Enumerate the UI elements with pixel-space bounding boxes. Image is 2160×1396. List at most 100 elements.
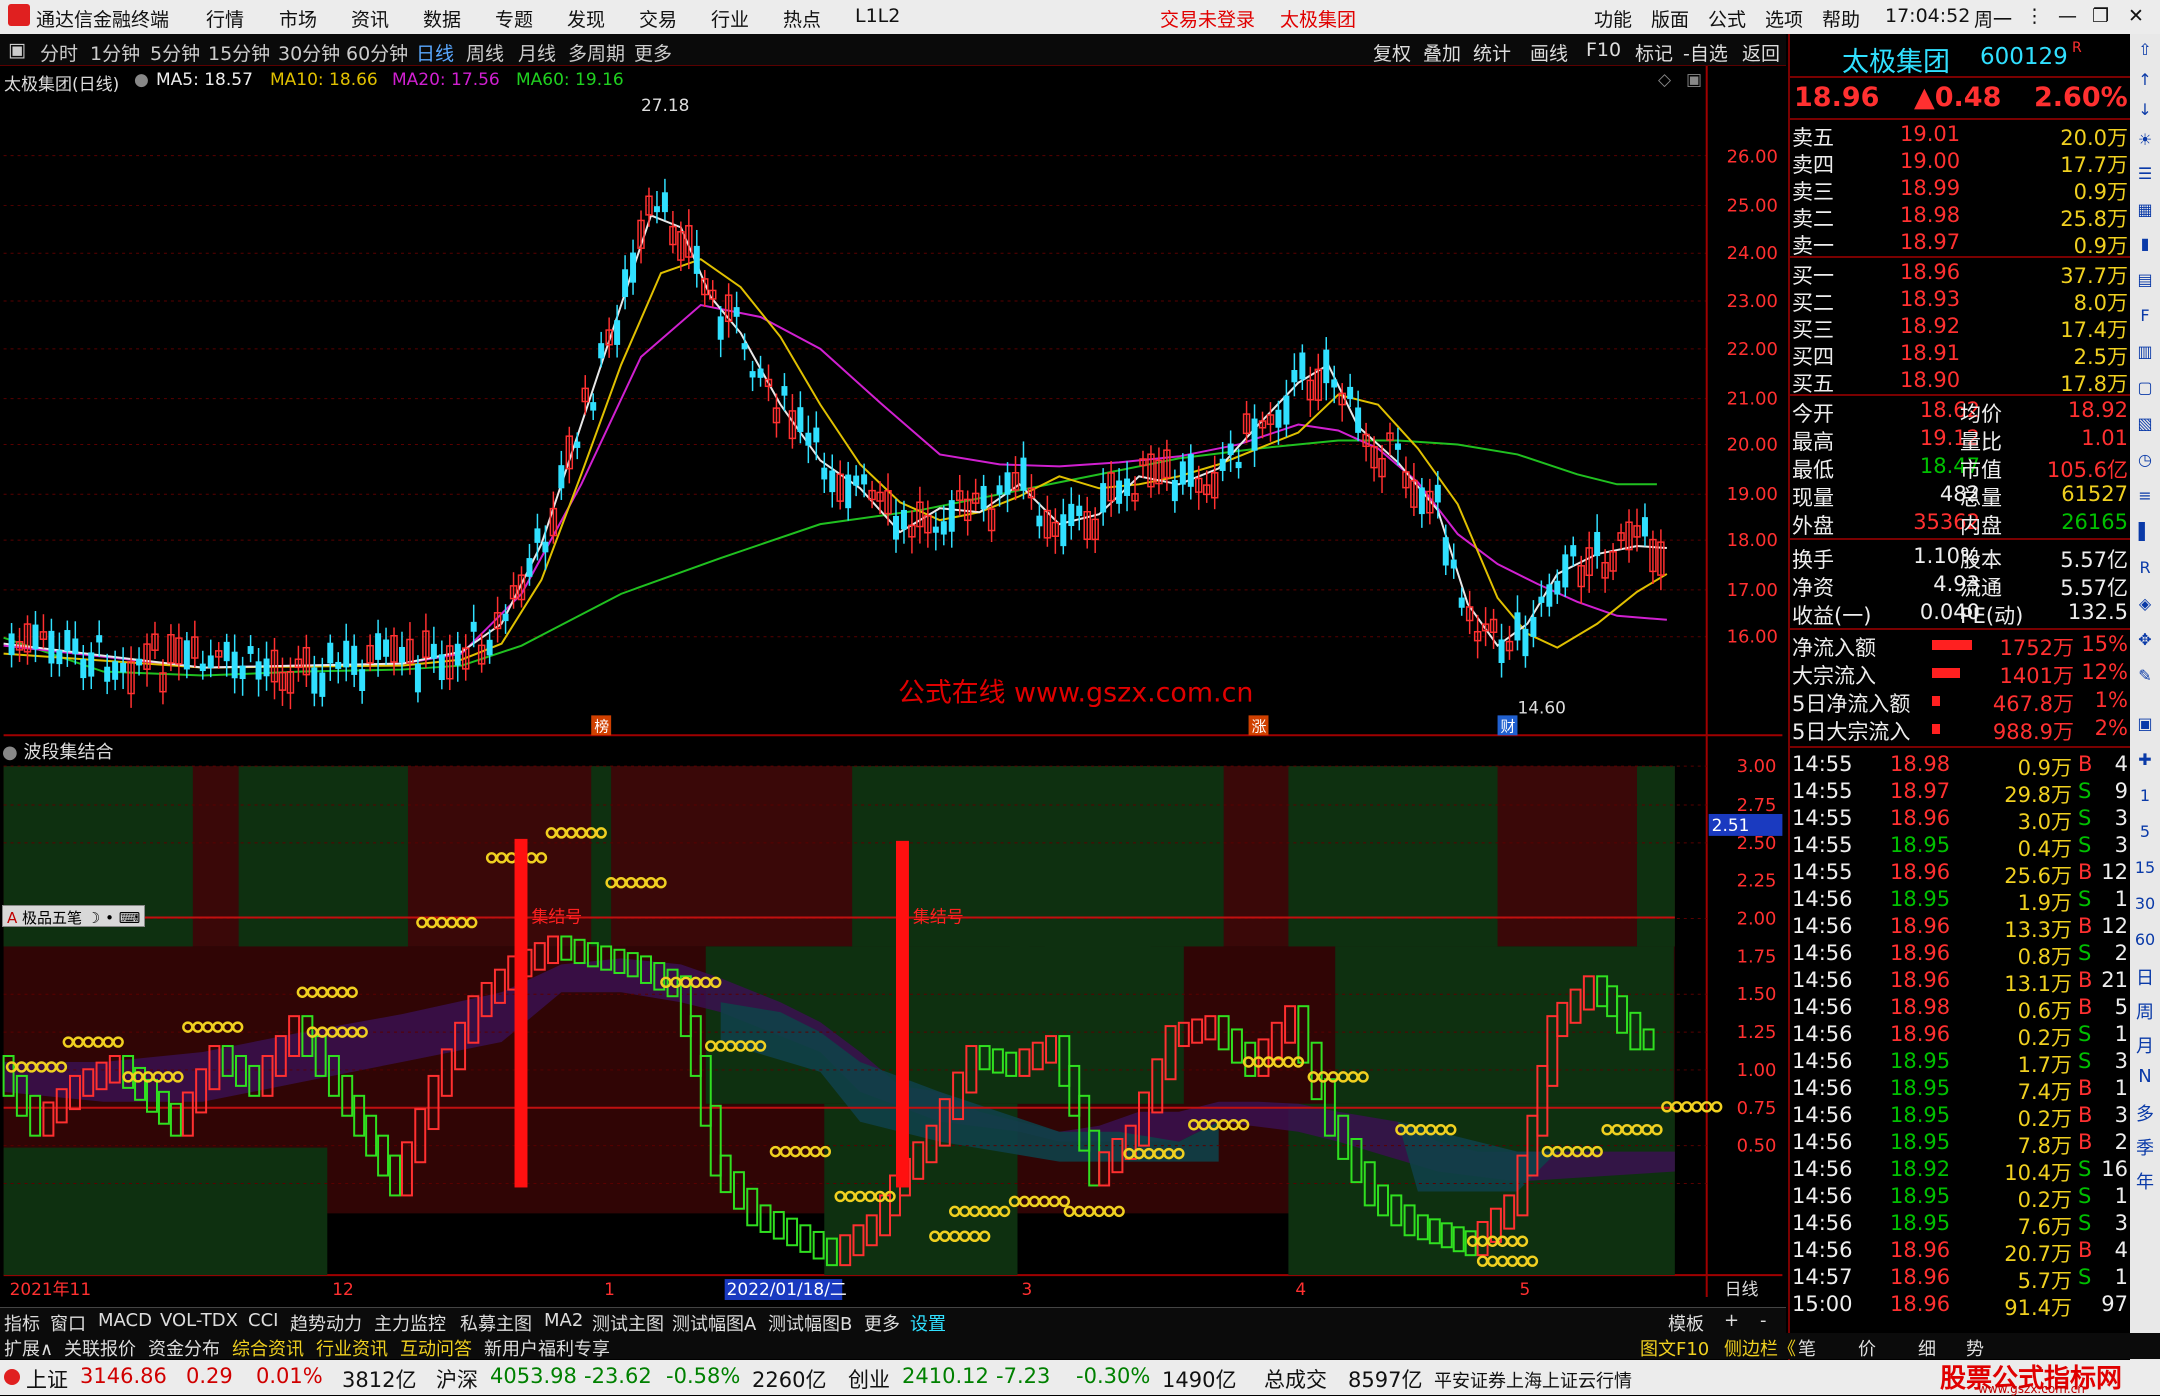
menu-data[interactable]: 数据 — [423, 5, 461, 32]
fs-button-icon[interactable]: ▣ — [2134, 714, 2156, 733]
strip-num[interactable]: 1 — [2134, 786, 2156, 805]
indicator-toggle-icon[interactable]: ● — [2, 742, 18, 763]
period-daily[interactable]: 日线 — [416, 39, 454, 66]
strip-num[interactable]: 30 — [2134, 894, 2156, 913]
hs-label[interactable]: 沪深 — [436, 1364, 478, 1394]
menu-icon[interactable]: ⋮ — [2025, 5, 2044, 27]
menu-options[interactable]: 选项 — [1765, 5, 1803, 32]
clock-icon[interactable]: ◷ — [2134, 450, 2156, 469]
strip-n[interactable]: N — [2134, 1066, 2156, 1087]
menu-market[interactable]: 市场 — [279, 5, 317, 32]
period-60min[interactable]: 60分钟 — [346, 39, 408, 66]
strip-multi[interactable]: 多 — [2134, 1100, 2156, 1126]
menu-news[interactable]: 资讯 — [351, 5, 389, 32]
btn-overlay[interactable]: 叠加 — [1423, 39, 1461, 66]
side-tab-0[interactable]: 图文F10 — [1640, 1335, 1709, 1361]
menu-hq[interactable]: 行情 — [206, 5, 244, 32]
period-multi[interactable]: 多周期 — [568, 39, 625, 66]
period-monthly[interactable]: 月线 — [518, 39, 556, 66]
menu-topic[interactable]: 专题 — [495, 5, 533, 32]
minimize-icon[interactable]: — — [2058, 5, 2077, 27]
move-icon[interactable]: ✥ — [2134, 630, 2156, 649]
tab-4[interactable]: CCI — [248, 1310, 278, 1331]
menu-industry[interactable]: 行业 — [711, 5, 749, 32]
candle-icon[interactable]: ▮ — [2134, 234, 2156, 253]
bars-icon[interactable]: ▌ — [2134, 522, 2156, 541]
btn-fuquan[interactable]: 复权 — [1373, 39, 1411, 66]
ext-tab-1[interactable]: 关联报价 — [64, 1335, 136, 1361]
ext-tab-0[interactable]: 扩展∧ — [4, 1335, 53, 1361]
btn-back[interactable]: 返回 — [1742, 39, 1780, 66]
tab-16[interactable]: - — [1760, 1310, 1767, 1331]
sh-label[interactable]: 上证 — [26, 1364, 68, 1394]
btn-mark[interactable]: 标记 — [1635, 39, 1673, 66]
list-icon[interactable]: ☰ — [2134, 164, 2156, 183]
diamond-icon[interactable]: ◇ — [1658, 70, 1671, 90]
tab-2[interactable]: MACD — [98, 1310, 152, 1331]
login-status[interactable]: 交易未登录 — [1160, 5, 1255, 32]
layers-icon[interactable]: ≡ — [2134, 486, 2156, 505]
doc-icon[interactable]: ▢ — [2134, 378, 2156, 397]
strip-month[interactable]: 月 — [2134, 1032, 2156, 1058]
btn-watchlist[interactable]: -自选 — [1683, 39, 1728, 66]
period-more[interactable]: 更多 — [634, 39, 672, 66]
marker-zhang[interactable]: 涨 — [1252, 717, 1267, 735]
cy-label[interactable]: 创业 — [848, 1364, 890, 1394]
up-icon[interactable]: ↑ — [2134, 70, 2156, 89]
ext-tab-5[interactable]: 互动问答 — [400, 1335, 472, 1361]
tab-8[interactable]: MA2 — [544, 1310, 583, 1331]
menu-hot[interactable]: 热点 — [783, 5, 821, 32]
kline-chart-area[interactable]: 26.00 25.00 24.00 23.00 22.00 21.00 20.0… — [0, 66, 1786, 1302]
btn-stats[interactable]: 统计 — [1473, 39, 1511, 66]
period-15min[interactable]: 15分钟 — [208, 39, 270, 66]
strip-num[interactable]: 5 — [2134, 822, 2156, 841]
bulb-icon[interactable]: ☀ — [2134, 130, 2156, 149]
close-icon[interactable]: ✕ — [2128, 5, 2144, 27]
menu-trade[interactable]: 交易 — [639, 5, 677, 32]
strip-num[interactable]: 60 — [2134, 930, 2156, 949]
side-tab-4[interactable]: 细 — [1918, 1335, 1936, 1361]
f10-icon[interactable]: F — [2134, 306, 2156, 325]
up-arrow-icon[interactable]: ⇧ — [2134, 40, 2156, 59]
strip-num[interactable]: 15 — [2134, 858, 2156, 877]
ext-tab-2[interactable]: 资金分布 — [148, 1335, 220, 1361]
period-fenshi[interactable]: 分时 — [40, 39, 78, 66]
fs-icon[interactable]: ▧ — [2134, 414, 2156, 433]
ext-tab-6[interactable]: 新用户福利专享 — [484, 1335, 610, 1361]
side-tab-3[interactable]: 价 — [1858, 1335, 1876, 1361]
menu-formula[interactable]: 公式 — [1708, 5, 1746, 32]
period-weekly[interactable]: 周线 — [466, 39, 504, 66]
marker-bang[interactable]: 榜 — [594, 717, 609, 735]
menu-discover[interactable]: 发现 — [567, 5, 605, 32]
down-icon[interactable]: ↓ — [2134, 100, 2156, 119]
window-icon[interactable]: ▣ — [1686, 70, 1702, 90]
panel-toggle-icon[interactable]: ▣ — [8, 39, 26, 61]
chart-icon[interactable]: ▦ — [2134, 200, 2156, 219]
tab-15[interactable]: + — [1724, 1310, 1739, 1331]
tool-icon[interactable]: ✚ — [2134, 750, 2156, 769]
table-icon[interactable]: ▥ — [2134, 342, 2156, 361]
strip-week[interactable]: 周 — [2134, 998, 2156, 1024]
strip-day[interactable]: 日 — [2134, 964, 2156, 990]
cube-icon[interactable]: ◈ — [2134, 594, 2156, 613]
grid-icon[interactable]: ▤ — [2134, 270, 2156, 289]
menu-help[interactable]: 帮助 — [1822, 5, 1860, 32]
menu-layout[interactable]: 版面 — [1651, 5, 1689, 32]
strip-year[interactable]: 年 — [2134, 1168, 2156, 1194]
rsi-icon[interactable]: R — [2134, 558, 2156, 577]
tab-3[interactable]: VOL-TDX — [160, 1310, 238, 1331]
side-tab-2[interactable]: 笔 — [1798, 1335, 1816, 1361]
period-1min[interactable]: 1分钟 — [90, 39, 140, 66]
btn-f10[interactable]: F10 — [1586, 39, 1621, 61]
pen-icon[interactable]: ✎ — [2134, 666, 2156, 685]
ext-tab-4[interactable]: 行业资讯 — [316, 1335, 388, 1361]
btn-draw[interactable]: 画线 — [1530, 39, 1568, 66]
ime-toolbar[interactable]: A 极品五笔 ☽ • ⌨ — [2, 905, 146, 927]
menu-func[interactable]: 功能 — [1594, 5, 1632, 32]
marker-cai[interactable]: 财 — [1501, 717, 1516, 735]
period-5min[interactable]: 5分钟 — [150, 39, 200, 66]
strip-season[interactable]: 季 — [2134, 1134, 2156, 1160]
ext-tab-3[interactable]: 综合资讯 — [232, 1335, 304, 1361]
menu-l1l2[interactable]: L1L2 — [855, 5, 900, 27]
period-30min[interactable]: 30分钟 — [278, 39, 340, 66]
